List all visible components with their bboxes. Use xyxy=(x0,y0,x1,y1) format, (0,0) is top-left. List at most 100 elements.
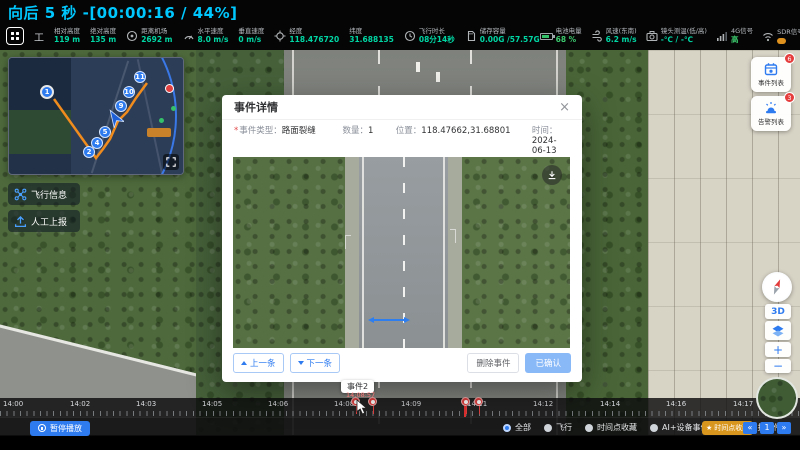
time-tick: 14:09 xyxy=(401,400,421,408)
filter-time-favorites[interactable]: 时间点收藏 xyxy=(585,422,637,433)
battery-icon xyxy=(540,33,553,40)
telemetry-bar: 工 相对高度119 m 绝对高度135 m 距离机场2692 m 水平速度8.0… xyxy=(0,22,800,50)
time-tick: 14:02 xyxy=(70,400,90,408)
photo-shoulder xyxy=(345,157,359,348)
alarm-list-button[interactable]: 3 告警列表 xyxy=(751,96,791,131)
event-photo xyxy=(233,157,570,348)
siren-icon xyxy=(764,101,778,115)
event-pin[interactable] xyxy=(474,397,483,406)
expand-icon xyxy=(166,157,176,167)
modal-header: 事件详情 × xyxy=(222,95,582,120)
telemetry-wind: 风速(东南)6.2 m/s xyxy=(591,27,637,45)
event-time-label: 时间： xyxy=(532,126,558,136)
waypoint-marker[interactable]: 10 xyxy=(123,86,135,98)
layers-icon xyxy=(771,324,785,338)
marker-time-label: 14:08:57 xyxy=(346,391,375,399)
event-count-value: 1 xyxy=(368,126,373,136)
waypoint-marker[interactable]: 1 xyxy=(40,85,54,99)
airport-icon xyxy=(126,30,138,42)
page-number[interactable]: 1 xyxy=(760,422,774,434)
map-poi-red xyxy=(165,84,174,93)
minimap-expand-button[interactable] xyxy=(163,154,179,170)
telemetry-absolute-altitude: 绝对高度135 m xyxy=(90,27,116,45)
lamp-post xyxy=(455,229,456,243)
telemetry-4g-signal: 4G信号高 xyxy=(716,27,753,45)
bottom-control-bar: 暂停播放 全部 飞行 时间点收藏 AI+设备事件 人工上报事件 ★ 时间点收藏 … xyxy=(0,417,800,436)
telemetry-storage: 储存容量0.00G /57.57G xyxy=(465,27,540,45)
photo-trees-left xyxy=(233,157,345,348)
compass[interactable] xyxy=(762,272,792,302)
time-tick: 14:17 xyxy=(733,400,753,408)
radio-icon xyxy=(544,424,552,432)
photo-trees-right xyxy=(462,157,570,348)
storage-card-icon xyxy=(465,30,477,42)
telemetry-longitude: 经度118.476720 xyxy=(274,27,339,45)
telemetry-battery: 电池电量68 % xyxy=(540,27,582,45)
time-tick: 14:05 xyxy=(202,400,222,408)
mouse-cursor xyxy=(356,399,368,415)
caret-up-icon xyxy=(241,361,247,365)
zoom-in-button[interactable]: + xyxy=(765,342,791,357)
pause-icon xyxy=(38,424,46,432)
annotation-arrow xyxy=(368,315,410,325)
filter-flight[interactable]: 飞行 xyxy=(544,422,572,433)
download-button[interactable] xyxy=(542,165,562,185)
map-poi-green xyxy=(171,106,176,111)
previous-item-button[interactable]: 上一条 xyxy=(233,353,284,373)
telemetry-sdr-signal: SDR信号 xyxy=(762,28,800,43)
telemetry-latitude: 纬度31.688135 xyxy=(349,27,394,45)
alarm-count-badge: 3 xyxy=(784,92,795,103)
flight-path xyxy=(9,58,184,175)
zoom-out-button[interactable]: − xyxy=(765,359,791,373)
time-tick: 14:16 xyxy=(666,400,686,408)
telemetry-lens-temperature: 镜头测温(低/高)-℃ / -℃ xyxy=(646,27,707,45)
waypoint-marker[interactable]: 11 xyxy=(134,71,146,83)
confirm-button[interactable]: 已确认 xyxy=(525,353,571,373)
event-pin[interactable] xyxy=(461,397,470,406)
telemetry-flight-duration: 飞行时长08分14秒 xyxy=(404,27,455,45)
minimap[interactable]: 1 2 5 4 9 10 11 xyxy=(8,57,184,175)
pause-playback-button[interactable]: 暂停播放 xyxy=(30,421,90,436)
event-list-button[interactable]: 6 事件列表 xyxy=(751,57,791,92)
sdr-level-indicator xyxy=(777,38,786,44)
clock-icon xyxy=(404,30,416,42)
radio-icon xyxy=(650,424,658,432)
i-beam-icon: 工 xyxy=(34,29,44,44)
telemetry-airport-distance: 距离机场2692 m xyxy=(126,27,172,45)
manual-report-button[interactable]: 人工上报 xyxy=(8,210,80,232)
map-preview-thumbnail[interactable] xyxy=(756,377,798,419)
camera-icon xyxy=(646,30,658,42)
close-icon[interactable]: × xyxy=(559,101,570,114)
timeline-ruler xyxy=(0,411,800,416)
timeline[interactable]: 14:00 14:02 14:03 14:05 14:06 14:08 14:0… xyxy=(0,398,800,417)
drone-icon xyxy=(14,188,27,201)
event-type-label: 事件类型： xyxy=(239,126,282,136)
drone-heading-arrow xyxy=(106,108,124,128)
delete-event-button[interactable]: 删除事件 xyxy=(467,353,519,373)
next-item-button[interactable]: 下一条 xyxy=(290,353,341,373)
waypoint-marker[interactable]: 4 xyxy=(91,137,103,149)
layers-button[interactable] xyxy=(765,321,791,340)
page-next-button[interactable]: » xyxy=(777,422,791,434)
page-prev-button[interactable]: « xyxy=(743,422,757,434)
time-tick: 14:14 xyxy=(600,400,620,408)
view-3d-button[interactable]: 3D xyxy=(765,304,791,319)
telemetry-horizontal-speed: 水平速度8.0 m/s xyxy=(183,27,229,45)
event-detail-modal: 事件详情 × *事件类型：路面裂缝 数量：1 位置：118.47662,31.6… xyxy=(222,95,582,382)
grid-menu-icon[interactable] xyxy=(6,27,24,45)
flight-info-button[interactable]: 飞行信息 xyxy=(8,183,80,205)
event-count-label: 数量： xyxy=(342,126,368,136)
radio-icon xyxy=(503,424,511,432)
filter-ai-device-events[interactable]: AI+设备事件 xyxy=(650,422,709,433)
event-calendar-icon xyxy=(764,62,778,76)
map-district-label xyxy=(147,128,171,137)
signal-bars-icon xyxy=(716,30,728,42)
playback-status: 向后 5 秒 -[00:00:16 / 44%] xyxy=(8,2,238,23)
compass-needle-icon xyxy=(766,276,788,298)
filter-all[interactable]: 全部 xyxy=(503,422,531,433)
radio-icon xyxy=(585,424,593,432)
drone-playback-screen: 向后 5 秒 -[00:00:16 / 44%] 工 相对高度119 m 绝对高… xyxy=(0,0,800,450)
modal-title: 事件详情 xyxy=(234,99,278,115)
pagination: « 1 » xyxy=(743,422,791,434)
time-tick: 14:12 xyxy=(533,400,553,408)
